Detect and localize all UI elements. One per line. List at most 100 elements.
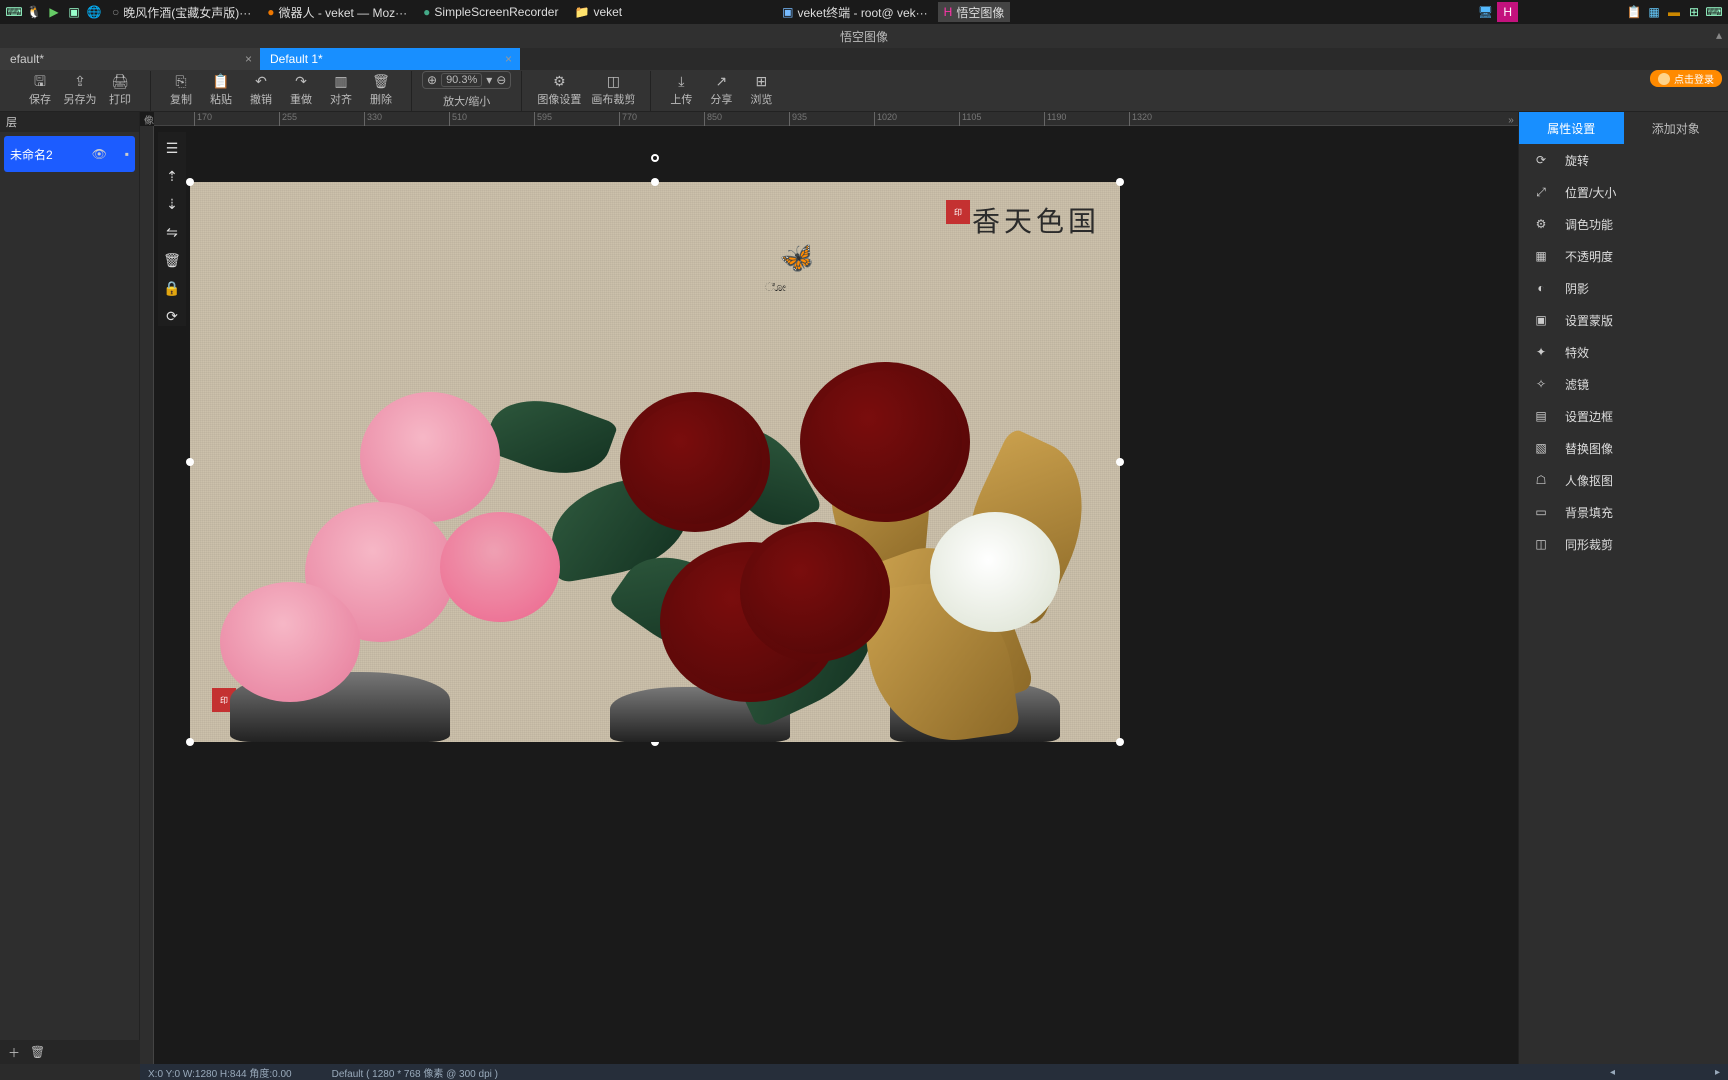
resize-handle[interactable] <box>651 178 659 186</box>
canvas-crop-button[interactable]: ◫画布裁剪 <box>586 71 640 109</box>
browse-button[interactable]: ⊞浏览 <box>741 71 781 109</box>
rotate-handle[interactable] <box>651 154 659 162</box>
canvas-area: 像素 1702553305105957708509351020110511901… <box>140 112 1518 1064</box>
property-row[interactable]: ▣设置蒙版 <box>1519 304 1728 336</box>
close-icon[interactable]: × <box>505 52 512 66</box>
tray-icon[interactable]: ▶ <box>46 4 62 20</box>
zoom-out-icon[interactable]: ⊖ <box>496 73 506 87</box>
align-button[interactable]: ▥对齐 <box>321 71 361 109</box>
property-row[interactable]: ☖人像抠图 <box>1519 464 1728 496</box>
taskbar-app-browser[interactable]: ●微器人 - veket — Moz··· <box>261 2 413 22</box>
property-icon: ⟳ <box>1533 153 1549 167</box>
property-row[interactable]: ⤢位置/大小 <box>1519 176 1728 208</box>
panel-chevron-left[interactable]: « <box>140 112 154 128</box>
scroll-right-icon[interactable]: ▸ <box>1715 1067 1720 1078</box>
lock-icon[interactable]: 🔒 <box>162 278 182 298</box>
scroll-left-icon[interactable]: ◂ <box>1610 1067 1615 1078</box>
taskbar-app-music[interactable]: ○晚风作酒(宝藏女声版)··· <box>106 2 257 22</box>
zoom-in-icon[interactable]: ⊕ <box>427 73 437 87</box>
doc-tab[interactable]: efault* × <box>0 48 260 70</box>
tray-keyboard-icon[interactable]: ⌨ <box>1706 4 1722 20</box>
calligraphy-text: 香天色国 <box>972 200 1100 240</box>
property-row[interactable]: ◐阴影 <box>1519 272 1728 304</box>
canvas-image[interactable]: 印 香天色国 印 🦋 ೋ <box>190 182 1120 742</box>
login-button[interactable]: 点击登录 <box>1650 70 1722 87</box>
property-icon: ▧ <box>1533 441 1549 455</box>
property-row[interactable]: ✦特效 <box>1519 336 1728 368</box>
resize-handle[interactable] <box>1116 178 1124 186</box>
window-minimize-button[interactable]: ▴ <box>1716 28 1722 42</box>
property-icon: ⤢ <box>1533 185 1549 200</box>
resize-handle[interactable] <box>1116 738 1124 746</box>
status-bar: X:0 Y:0 W:1280 H:844 角度:0.00 Default ( 1… <box>140 1064 1728 1080</box>
trash-icon[interactable]: 🗑 <box>162 250 182 270</box>
ruler-tick: 1190 <box>1044 112 1066 126</box>
property-row[interactable]: ⚙调色功能 <box>1519 208 1728 240</box>
property-row[interactable]: ✧滤镜 <box>1519 368 1728 400</box>
tray-icon[interactable]: 🌐 <box>86 4 102 20</box>
property-row[interactable]: ▧替换图像 <box>1519 432 1728 464</box>
resize-handle[interactable] <box>186 178 194 186</box>
redo-button[interactable]: ↷重做 <box>281 71 321 109</box>
refresh-icon[interactable]: ⟳ <box>162 306 182 326</box>
paste-button[interactable]: 📋粘贴 <box>201 71 241 109</box>
resize-handle[interactable] <box>186 738 194 746</box>
ruler-tick: 330 <box>364 112 382 126</box>
delete-icon: 🗑 <box>372 73 390 89</box>
tray-icon[interactable]: ⊞ <box>1686 4 1702 20</box>
floating-toolbar: ☰ ⇡ ⇣ ⇋ 🗑 🔒 ⟳ <box>158 132 186 326</box>
tray-icon[interactable]: ▦ <box>1646 4 1662 20</box>
panel-chevron-right[interactable]: » <box>1504 112 1518 128</box>
tray-icon[interactable]: ▬ <box>1666 4 1682 20</box>
share-button[interactable]: ↗分享 <box>701 71 741 109</box>
taskbar-app-wukong[interactable]: H悟空图像 <box>938 2 1011 22</box>
add-layer-button[interactable]: ＋ <box>8 1044 20 1061</box>
taskbar-app-files[interactable]: 📁veket <box>568 2 628 22</box>
ruler-tick: 1320 <box>1129 112 1152 126</box>
resize-handle[interactable] <box>1116 458 1124 466</box>
tray-clipboard-icon[interactable]: 📋 <box>1626 4 1642 20</box>
chevron-down-icon[interactable]: ▾ <box>486 73 492 87</box>
share-icon: ↗ <box>715 73 727 89</box>
tray-icon[interactable]: ⌨ <box>6 4 22 20</box>
delete-button[interactable]: 🗑删除 <box>361 71 401 109</box>
thumb-icon[interactable]: ▪ <box>125 147 129 161</box>
save-button[interactable]: 🖫保存 <box>20 71 60 109</box>
layer-item[interactable]: 未命名2 👁 ▪ <box>4 136 135 172</box>
zoom-value[interactable]: 90.3% <box>441 73 482 87</box>
upload-button[interactable]: ⤓上传 <box>661 71 701 109</box>
property-label: 特效 <box>1565 344 1589 361</box>
move-down-icon[interactable]: ⇣ <box>162 194 182 214</box>
image-settings-button[interactable]: ⚙图像设置 <box>532 71 586 109</box>
upload-icon: ⤓ <box>678 73 684 89</box>
print-button[interactable]: 🖨打印 <box>100 71 140 109</box>
property-row[interactable]: ⟳旋转 <box>1519 144 1728 176</box>
property-row[interactable]: ▭背景填充 <box>1519 496 1728 528</box>
tray-icon[interactable]: ▣ <box>66 4 82 20</box>
saveas-button[interactable]: ⇪另存为 <box>60 71 100 109</box>
property-row[interactable]: ◫同形裁剪 <box>1519 528 1728 560</box>
ruler-tick: 255 <box>279 112 297 126</box>
flip-icon[interactable]: ⇋ <box>162 222 182 242</box>
delete-layer-button[interactable]: 🗑 <box>30 1045 45 1059</box>
tray-monitor-icon[interactable]: 🖥 <box>1477 4 1493 20</box>
taskbar-app-recorder[interactable]: ●SimpleScreenRecorder <box>417 2 564 22</box>
tray-icon[interactable]: 🐧 <box>26 4 42 20</box>
tray-app-icon[interactable]: H <box>1497 2 1518 22</box>
close-icon[interactable]: × <box>245 52 252 66</box>
property-row[interactable]: ▤设置边框 <box>1519 400 1728 432</box>
move-up-icon[interactable]: ⇡ <box>162 166 182 186</box>
property-row[interactable]: ▦不透明度 <box>1519 240 1728 272</box>
copy-button[interactable]: ⎘复制 <box>161 71 201 109</box>
property-label: 滤镜 <box>1565 376 1589 393</box>
tab-add-object[interactable]: 添加对象 <box>1624 112 1728 144</box>
taskbar-app-terminal[interactable]: ▣veket终端 - root@ vek··· <box>776 2 934 22</box>
doc-tab-active[interactable]: Default 1* × <box>260 48 520 70</box>
visibility-icon[interactable]: 👁 <box>92 147 107 161</box>
resize-handle[interactable] <box>186 458 194 466</box>
undo-button[interactable]: ↶撤销 <box>241 71 281 109</box>
tab-attributes[interactable]: 属性设置 <box>1519 112 1624 144</box>
layers-icon[interactable]: ☰ <box>162 138 182 158</box>
avatar-icon <box>1658 73 1670 85</box>
zoom-control[interactable]: ⊕ 90.3% ▾ ⊖ 放大/缩小 <box>422 71 511 109</box>
